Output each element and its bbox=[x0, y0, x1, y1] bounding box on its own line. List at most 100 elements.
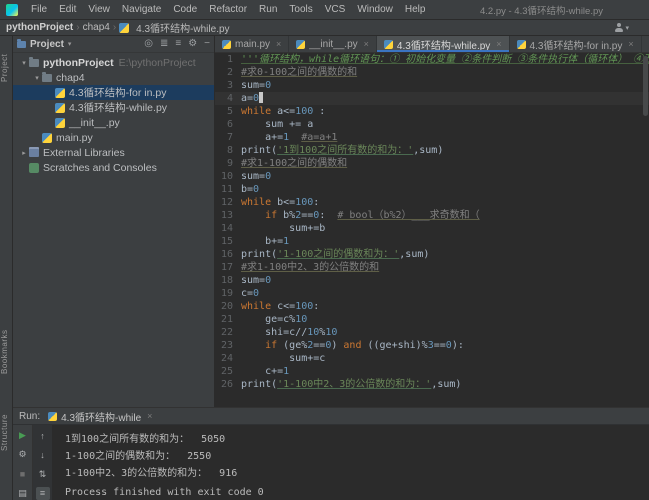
code-token: == bbox=[434, 340, 446, 351]
tab-label: 4.3循环结构-while.py bbox=[397, 37, 490, 52]
code-line[interactable]: 4a=0 bbox=[215, 92, 649, 105]
code-token: 0 bbox=[253, 184, 259, 195]
code-line[interactable]: 11b=0 bbox=[215, 183, 649, 196]
collapse-all-icon[interactable]: ≡ bbox=[175, 39, 181, 49]
code-editor[interactable]: 1'''循环结构，while循环语句：① 初始化变量 ②条件判断 ③条件执行体（… bbox=[215, 53, 649, 407]
code-line[interactable]: 1'''循环结构，while循环语句：① 初始化变量 ②条件判断 ③条件执行体（… bbox=[215, 53, 649, 66]
code-line[interactable]: 14 sum+=b bbox=[215, 222, 649, 235]
close-icon[interactable]: × bbox=[364, 39, 369, 49]
user-avatar-icon[interactable] bbox=[614, 23, 623, 32]
tree-item-init-py[interactable]: __init__.py bbox=[13, 115, 214, 130]
tree-chevron-icon[interactable]: ▾ bbox=[19, 59, 29, 67]
soft-wrap-icon[interactable]: ⇅ bbox=[36, 468, 50, 481]
code-token: '1-100之间的偶数和为：' bbox=[277, 249, 399, 260]
code-line[interactable]: 20while c<=100: bbox=[215, 300, 649, 313]
menu-item-view[interactable]: View bbox=[83, 3, 115, 16]
show-console-icon[interactable]: ▤ bbox=[16, 487, 30, 500]
tree-item-external-libraries[interactable]: ▸External Libraries bbox=[13, 145, 214, 160]
chevron-down-icon[interactable]: ▾ bbox=[625, 24, 629, 32]
code-line[interactable]: 5while a<=100 : bbox=[215, 105, 649, 118]
project-view-selector[interactable]: Project ▾ bbox=[17, 39, 71, 50]
code-line[interactable]: 2#求0-100之间的偶数的和 bbox=[215, 66, 649, 79]
tree-item-scratches-and-consoles[interactable]: Scratches and Consoles bbox=[13, 160, 214, 175]
code-line[interactable]: 26print('1-100中2、3的公倍数的和为：',sum) bbox=[215, 378, 649, 391]
up-stack-trace-icon[interactable]: ↑ bbox=[36, 429, 50, 442]
breadcrumb-item-4-3-while-py[interactable]: 4.3循环结构-while.py bbox=[119, 20, 229, 35]
menu-item-edit[interactable]: Edit bbox=[54, 3, 81, 16]
code-token: 0 bbox=[265, 80, 271, 91]
code-token: 100 bbox=[295, 106, 313, 117]
settings-wrench-icon[interactable]: ⚙ bbox=[16, 448, 30, 461]
line-number: 7 bbox=[215, 131, 241, 144]
code-line[interactable]: 23 if (ge%2==0) and ((ge+shi)%3==0): bbox=[215, 339, 649, 352]
menu-item-navigate[interactable]: Navigate bbox=[117, 3, 166, 16]
text-caret bbox=[259, 92, 263, 103]
menu-item-vcs[interactable]: VCS bbox=[320, 3, 351, 16]
rerun-icon[interactable]: ▶ bbox=[16, 429, 30, 442]
code-token: ,sum) bbox=[413, 145, 443, 156]
editor-tab-main-py[interactable]: main.py× bbox=[215, 36, 289, 52]
breadcrumb-item-chap4[interactable]: chap4 bbox=[83, 22, 110, 33]
close-icon[interactable]: × bbox=[496, 39, 501, 49]
window-title: 4.2.py - 4.3循环结构-while.py bbox=[480, 3, 603, 17]
close-icon[interactable]: × bbox=[276, 39, 281, 49]
hide-panel-icon[interactable]: − bbox=[204, 39, 210, 49]
code-line[interactable]: 25 c+=1 bbox=[215, 365, 649, 378]
code-line[interactable]: 3sum=0 bbox=[215, 79, 649, 92]
code-token: 10 bbox=[295, 314, 307, 325]
down-stack-trace-icon[interactable]: ↓ bbox=[36, 448, 50, 461]
code-token: while bbox=[241, 301, 277, 312]
menu-item-code[interactable]: Code bbox=[168, 3, 202, 16]
scroll-to-end-icon[interactable]: ≡ bbox=[36, 487, 50, 500]
line-number: 24 bbox=[215, 352, 241, 365]
editor-tab-4-3-while-py[interactable]: 4.3循环结构-while.py × bbox=[377, 36, 510, 52]
tree-item-chap4[interactable]: ▾chap4 bbox=[13, 70, 214, 85]
menu-item-tools[interactable]: Tools bbox=[284, 3, 317, 16]
menu-item-refactor[interactable]: Refactor bbox=[204, 3, 252, 16]
breadcrumb-item-pythonproject[interactable]: pythonProject bbox=[6, 22, 73, 33]
tree-item-pythonproject[interactable]: ▾pythonProjectE:\pythonProject bbox=[13, 55, 214, 70]
line-content: '''循环结构，while循环语句：① 初始化变量 ②条件判断 ③条件执行体（循… bbox=[241, 53, 649, 66]
code-line[interactable]: 7 a+=1 #a=a+1 bbox=[215, 131, 649, 144]
tree-item-4-3-while-py[interactable]: 4.3循环结构-while.py bbox=[13, 100, 214, 115]
code-token: sum= bbox=[241, 171, 265, 182]
menu-item-help[interactable]: Help bbox=[400, 3, 431, 16]
code-line[interactable]: 12while b<=100: bbox=[215, 196, 649, 209]
code-line[interactable]: 15 b+=1 bbox=[215, 235, 649, 248]
code-line[interactable]: 6 sum += a bbox=[215, 118, 649, 131]
code-line[interactable]: 13 if b%2==0: # bool（b%2）___求奇数和（ bbox=[215, 209, 649, 222]
locate-icon[interactable]: ◎ bbox=[144, 39, 153, 49]
code-line[interactable]: 24 sum+=c bbox=[215, 352, 649, 365]
editor-tab-init-py[interactable]: __init__.py× bbox=[289, 36, 377, 52]
stripe-project-button[interactable]: Project bbox=[0, 40, 13, 96]
line-content: if b%2==0: # bool（b%2）___求奇数和（ bbox=[241, 209, 649, 222]
expand-all-icon[interactable]: ≣ bbox=[160, 39, 168, 49]
line-content: c+=1 bbox=[241, 365, 649, 378]
settings-gear-icon[interactable]: ⚙ bbox=[188, 39, 197, 49]
menu-item-file[interactable]: File bbox=[26, 3, 52, 16]
tree-item-4-3-for-in-py[interactable]: 4.3循环结构-for in.py bbox=[13, 85, 214, 100]
menu-item-run[interactable]: Run bbox=[254, 3, 282, 16]
stop-icon[interactable]: ■ bbox=[16, 468, 30, 481]
stripe-bookmarks-button[interactable]: Bookmarks bbox=[0, 322, 13, 382]
close-icon[interactable]: × bbox=[628, 39, 633, 49]
editor-scrollbar[interactable] bbox=[643, 56, 648, 116]
code-line[interactable]: 19c=0 bbox=[215, 287, 649, 300]
code-token bbox=[241, 340, 265, 351]
code-line[interactable]: 17#求1-100中2、3的公倍数的和 bbox=[215, 261, 649, 274]
code-line[interactable]: 9#求1-100之间的偶数和 bbox=[215, 157, 649, 170]
menu-item-window[interactable]: Window bbox=[352, 3, 398, 16]
close-icon[interactable]: × bbox=[147, 411, 152, 421]
code-line[interactable]: 21 ge=c%10 bbox=[215, 313, 649, 326]
tree-chevron-icon[interactable]: ▸ bbox=[19, 149, 29, 157]
editor-tab-4-3-for-in-py[interactable]: 4.3循环结构-for in.py× bbox=[510, 36, 642, 52]
tree-item-main-py[interactable]: main.py bbox=[13, 130, 214, 145]
code-line[interactable]: 18sum=0 bbox=[215, 274, 649, 287]
run-tab[interactable]: 4.3循环结构-while × bbox=[48, 409, 152, 424]
stripe-structure-button[interactable]: Structure bbox=[0, 406, 13, 460]
tree-chevron-icon[interactable]: ▾ bbox=[32, 74, 42, 82]
code-line[interactable]: 8print('1到100之间所有数的和为：',sum) bbox=[215, 144, 649, 157]
code-line[interactable]: 16print('1-100之间的偶数和为：',sum) bbox=[215, 248, 649, 261]
code-line[interactable]: 22 shi=c//10%10 bbox=[215, 326, 649, 339]
code-line[interactable]: 10sum=0 bbox=[215, 170, 649, 183]
